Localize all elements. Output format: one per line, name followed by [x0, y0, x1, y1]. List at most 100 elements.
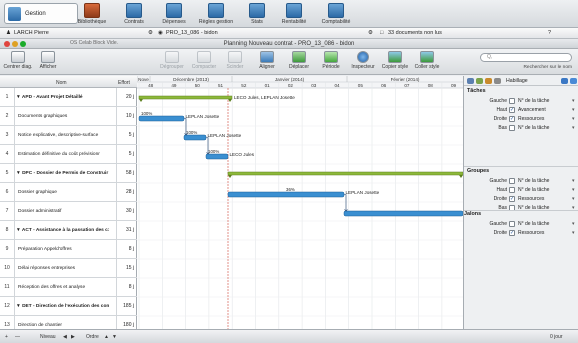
tab-link-icon[interactable]	[570, 78, 577, 84]
tab-resource-icon[interactable]	[485, 78, 492, 84]
option-checkbox[interactable]	[509, 187, 515, 193]
option-value[interactable]: Ressources	[518, 116, 544, 122]
regles-gestion-button[interactable]: Règles gestion	[194, 3, 238, 25]
option-checkbox[interactable]	[509, 125, 515, 131]
gantt-canvas[interactable]: Nove Décembre (2013) Janvier (2014) Février…	[137, 76, 463, 329]
task-name[interactable]: Réception des offres et analyse	[18, 278, 114, 297]
chevron-down-icon[interactable]: ▾	[572, 125, 575, 131]
align-button[interactable]: Aligner	[249, 51, 285, 70]
task-bar[interactable]	[183, 134, 207, 141]
task-effort[interactable]: 185 j	[116, 297, 136, 316]
task-name[interactable]: Dossier administratif	[18, 202, 114, 221]
comptabilite-button[interactable]: Comptabilité	[314, 3, 358, 25]
search-input[interactable]: Q,	[480, 53, 572, 62]
option-checkbox[interactable]: ✓	[509, 230, 515, 236]
option-checkbox[interactable]: ✓	[509, 196, 515, 202]
period-button[interactable]: Période	[313, 51, 349, 70]
chevron-down-icon[interactable]: ▾	[572, 230, 575, 236]
table-row[interactable]: 11 Réception des offres et analyse 8 j	[0, 278, 137, 297]
rentabilite-button[interactable]: Rentabilité	[272, 3, 316, 25]
chevron-down-icon[interactable]: ▾	[572, 196, 575, 202]
task-name[interactable]: Préparation Appeld'offres	[18, 240, 114, 259]
group-bar[interactable]	[227, 171, 463, 176]
task-effort[interactable]: 5 j	[116, 126, 136, 145]
tab-task-icon[interactable]	[476, 78, 483, 84]
table-row[interactable]: 10 Délai réponses entreprises 15 j	[0, 259, 137, 278]
task-effort[interactable]: 28 j	[116, 183, 136, 202]
group-bar[interactable]	[138, 95, 233, 100]
chevron-down-icon[interactable]: ▾	[572, 98, 575, 104]
table-row[interactable]: 5 ▼ DPC - Dossier de Permis de Construir 5…	[0, 164, 137, 183]
chevron-down-icon[interactable]: ▾	[572, 107, 575, 113]
task-name[interactable]: Documents graphiques	[18, 107, 114, 126]
option-value[interactable]: N° de la tâche	[518, 187, 549, 193]
chevron-down-icon[interactable]: ▾	[572, 116, 575, 122]
tab-style-icon[interactable]	[561, 78, 568, 84]
option-checkbox[interactable]: ✓	[509, 116, 515, 122]
task-bar[interactable]	[138, 115, 185, 122]
task-name[interactable]: Délai réponses entreprises	[18, 259, 114, 278]
task-bar[interactable]	[227, 191, 345, 198]
table-row[interactable]: 12 ▼ DET - Direction de l'exécution des c…	[0, 297, 137, 316]
gantt-chart[interactable]: Nove Décembre (2013) Janvier (2014) Février…	[137, 76, 463, 329]
option-checkbox[interactable]	[509, 98, 515, 104]
order-down-icon[interactable]: ▼	[112, 334, 117, 340]
user-name[interactable]: LARCH Pierre	[14, 30, 49, 36]
paste-style-button[interactable]: Coller style	[409, 51, 445, 70]
level-increase-icon[interactable]: ▶	[71, 334, 75, 340]
table-row[interactable]: 6 Dossier graphique 28 j	[0, 183, 137, 202]
contrats-button[interactable]: Contrats	[112, 3, 156, 25]
inspector-button[interactable]: Inspecteur	[345, 51, 381, 70]
task-bar[interactable]	[343, 210, 463, 217]
option-checkbox[interactable]	[509, 221, 515, 227]
task-effort[interactable]: 31 j	[116, 221, 136, 240]
table-row[interactable]: 7 Dossier administratif 30 j	[0, 202, 137, 221]
unread-docs[interactable]: 33 documents non lus	[388, 30, 442, 36]
docs-settings-icon[interactable]: ⚙	[368, 30, 373, 36]
depenses-button[interactable]: Dépenses	[152, 3, 196, 25]
table-row[interactable]: 2 Documents graphiques 10 j	[0, 107, 137, 126]
option-value[interactable]: N° de la tâche	[518, 221, 549, 227]
option-checkbox[interactable]: ✓	[509, 107, 515, 113]
task-name[interactable]: Dossier graphique	[18, 183, 114, 202]
help-icon[interactable]: ?	[548, 30, 551, 36]
chevron-down-icon[interactable]: ▾	[572, 178, 575, 184]
option-value[interactable]: N° de la tâche	[518, 125, 549, 131]
add-task-button[interactable]: +	[5, 334, 8, 340]
option-value[interactable]: N° de la tâche	[518, 178, 549, 184]
split-button[interactable]: Scinder	[217, 51, 253, 70]
task-effort[interactable]: 8 j	[116, 240, 136, 259]
tab-general-icon[interactable]	[467, 78, 474, 84]
task-name[interactable]: Notice explicative, descriptive-surface	[18, 126, 114, 145]
task-name[interactable]: ▼ DPC - Dossier de Permis de Construir	[16, 164, 112, 183]
task-effort[interactable]: 15 j	[116, 259, 136, 278]
task-effort[interactable]: 5 j	[116, 145, 136, 164]
order-up-icon[interactable]: ▲	[104, 334, 109, 340]
col-name-header[interactable]: Nom	[56, 80, 67, 86]
level-decrease-icon[interactable]: ◀	[63, 334, 67, 340]
table-row[interactable]: 3 Notice explicative, descriptive-surface…	[0, 126, 137, 145]
task-name[interactable]: ▼ DET - Direction de l'exécution des con	[16, 297, 112, 316]
table-row[interactable]: 9 Préparation Appeld'offres 8 j	[0, 240, 137, 259]
move-button[interactable]: Déplacer	[281, 51, 317, 70]
task-name[interactable]: Estimation définitive du coût prévisionr	[18, 145, 114, 164]
chevron-down-icon[interactable]: ▾	[572, 221, 575, 227]
option-value[interactable]: Ressources	[518, 230, 544, 236]
chevron-down-icon[interactable]: ▾	[572, 187, 575, 193]
task-bar[interactable]	[205, 153, 229, 160]
option-value[interactable]: N° de la tâche	[518, 98, 549, 104]
task-effort[interactable]: 20 j	[116, 88, 136, 107]
project-settings-icon[interactable]: ⚙	[148, 30, 153, 36]
remove-task-button[interactable]: —	[15, 334, 20, 340]
bibliotheque-button[interactable]: Bibliothèque	[70, 3, 114, 25]
col-effort-header[interactable]: Effort	[118, 80, 130, 86]
task-effort[interactable]: 8 j	[116, 278, 136, 297]
task-name[interactable]: ▼ ACT - Assistance à la passation des c:	[16, 221, 112, 240]
ungroup-button[interactable]: Dégrouper	[154, 51, 190, 70]
task-effort[interactable]: 58 j	[116, 164, 136, 183]
tab-misc-icon[interactable]	[494, 78, 501, 84]
project-name[interactable]: PRO_13_086 - bidon	[166, 30, 218, 36]
copy-style-button[interactable]: Copier style	[377, 51, 413, 70]
option-value[interactable]: Ressources	[518, 196, 544, 202]
gestion-button[interactable]: Gestion	[4, 3, 78, 24]
